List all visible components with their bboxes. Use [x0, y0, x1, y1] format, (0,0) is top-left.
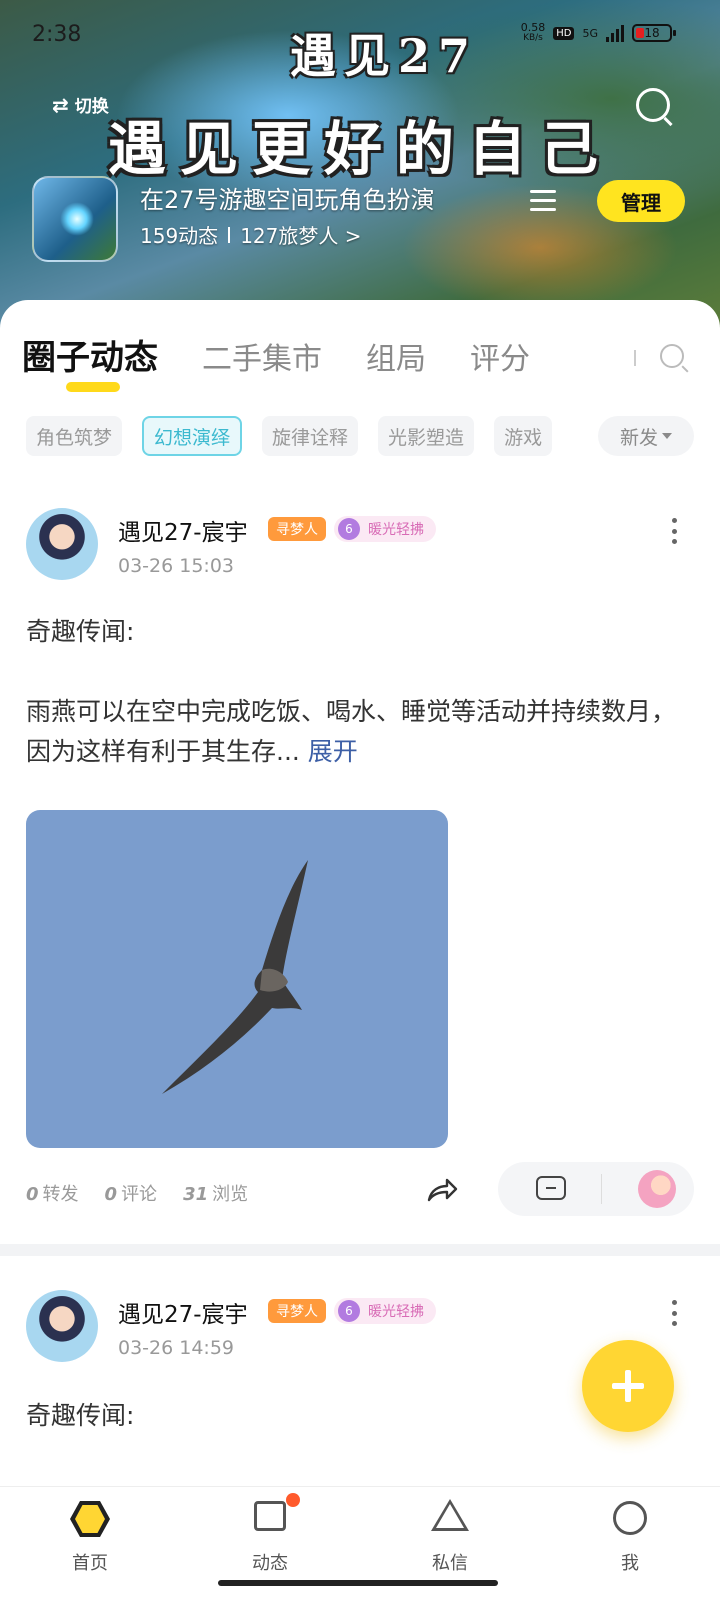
signal-icon [606, 24, 624, 42]
circle-stats: 159动态 127旅梦人 > [140, 220, 361, 249]
chevron-down-icon [662, 433, 672, 439]
comment-icon[interactable] [536, 1176, 566, 1200]
level-badge: 6 暖光轻拂 [334, 516, 436, 542]
circle-name: 在27号游趣空间玩角色扮演 [140, 186, 435, 214]
posts-count[interactable]: 159动态 [140, 220, 218, 249]
notification-dot [286, 1493, 300, 1507]
nav-messages-label: 私信 [432, 1553, 468, 1574]
tab-group-up[interactable]: 组局 [366, 334, 426, 378]
pill-divider [601, 1174, 602, 1204]
post-body: 雨燕可以在空中完成吃饭、喝水、睡觉等活动并持续数月，因为这样有利于其生存... … [26, 692, 696, 772]
battery-level: 18 [644, 26, 660, 40]
swap-icon: ⇄ [52, 92, 69, 117]
switch-label: 切换 [74, 97, 109, 117]
chip-role-dream[interactable]: 角色筑梦 [26, 416, 123, 456]
view-count: 31 浏览 [183, 1184, 249, 1205]
nav-feed-label: 动态 [252, 1553, 288, 1574]
menu-icon[interactable] [530, 190, 556, 212]
comment-count: 0 评论 [104, 1184, 158, 1205]
role-tag: 寻梦人 [268, 517, 326, 541]
more-icon[interactable] [672, 1300, 678, 1326]
home-indicator[interactable] [218, 1580, 498, 1586]
repost-count: 0 转发 [26, 1184, 79, 1205]
tab-divider [634, 350, 636, 366]
home-icon [70, 1501, 110, 1537]
net-speed-unit: KB/s [523, 33, 543, 43]
battery-icon: 18 [632, 24, 676, 42]
banner-title: 遇见27 [290, 29, 479, 83]
status-time: 2:38 [32, 22, 82, 47]
sort-label: 新发 [619, 426, 658, 449]
post-image[interactable] [26, 810, 448, 1148]
net-speed-value: 0.58 [520, 21, 546, 34]
level-number: 6 [338, 518, 360, 540]
members-link[interactable]: 127旅梦人 > [240, 220, 361, 249]
author-name[interactable]: 遇见27-宸宇 [118, 513, 248, 547]
nav-me-label: 我 [621, 1553, 639, 1574]
create-post-button[interactable] [582, 1340, 674, 1432]
chip-light-shadow[interactable]: 光影塑造 [378, 416, 475, 456]
stats-divider [228, 226, 231, 243]
post-title: 奇趣传闻: [26, 617, 135, 646]
post-divider [0, 1244, 720, 1256]
nav-messages[interactable]: 私信 [390, 1487, 510, 1577]
category-chips: 角色筑梦 幻想演绎 旋律诠释 光影塑造 游戏 [26, 416, 553, 456]
tab-circle-feed[interactable]: 圈子动态 [22, 330, 158, 379]
post-time: 03-26 14:59 [118, 1337, 235, 1359]
network-type: 5G [582, 26, 598, 40]
level-number: 6 [338, 1300, 360, 1322]
circle-avatar[interactable] [32, 176, 118, 262]
nav-me[interactable]: 我 [570, 1487, 690, 1577]
sort-dropdown[interactable]: 新发 [598, 416, 694, 456]
tab-bar: 圈子动态 二手集市 组局 评分 [22, 330, 574, 379]
more-icon[interactable] [672, 518, 678, 544]
chip-game[interactable]: 游戏 [494, 416, 553, 456]
action-pill [498, 1162, 694, 1216]
author-name[interactable]: 遇见27-宸宇 [118, 1295, 248, 1329]
manage-button[interactable]: 管理 [597, 180, 685, 222]
banner-slogan: 遇见更好的自己 [108, 115, 613, 183]
net-speed: 0.58 KB/s [521, 22, 546, 44]
badge-label: 暖光轻拂 [368, 1304, 424, 1320]
search-icon[interactable] [636, 88, 670, 122]
like-icon[interactable] [638, 1170, 676, 1208]
nav-home[interactable]: 首页 [30, 1487, 150, 1577]
message-icon [431, 1499, 469, 1531]
profile-icon [613, 1501, 647, 1535]
chip-fantasy-acting[interactable]: 幻想演绎 [142, 416, 243, 456]
post-time: 03-26 15:03 [118, 555, 235, 577]
avatar[interactable] [26, 1290, 98, 1362]
circle-banner: 2:38 0.58 KB/s HD 5G 18 遇见27 遇见更好的自己 ⇄ 切… [0, 0, 720, 330]
tab-rating[interactable]: 评分 [470, 334, 530, 378]
switch-circle-button[interactable]: ⇄ 切换 [52, 92, 109, 118]
role-tag: 寻梦人 [268, 1299, 326, 1323]
chip-melody[interactable]: 旋律诠释 [262, 416, 359, 456]
hd-icon: HD [553, 26, 575, 40]
post-stats: 0 转发 0 评论 31 浏览 [26, 1180, 248, 1206]
badge-label: 暖光轻拂 [368, 522, 424, 538]
swift-bird-photo [162, 860, 308, 1094]
share-icon[interactable] [425, 1176, 459, 1204]
tab-second-hand-market[interactable]: 二手集市 [202, 334, 322, 378]
avatar[interactable] [26, 508, 98, 580]
nav-feed[interactable]: 动态 [210, 1487, 330, 1577]
feed-icon [254, 1501, 286, 1531]
search-icon[interactable] [660, 344, 684, 368]
status-icons: 0.58 KB/s HD 5G 18 [521, 22, 676, 44]
active-tab-indicator [66, 382, 120, 392]
nav-home-label: 首页 [72, 1553, 108, 1574]
expand-link[interactable]: 展开 [308, 737, 358, 766]
level-badge: 6 暖光轻拂 [334, 1298, 436, 1324]
